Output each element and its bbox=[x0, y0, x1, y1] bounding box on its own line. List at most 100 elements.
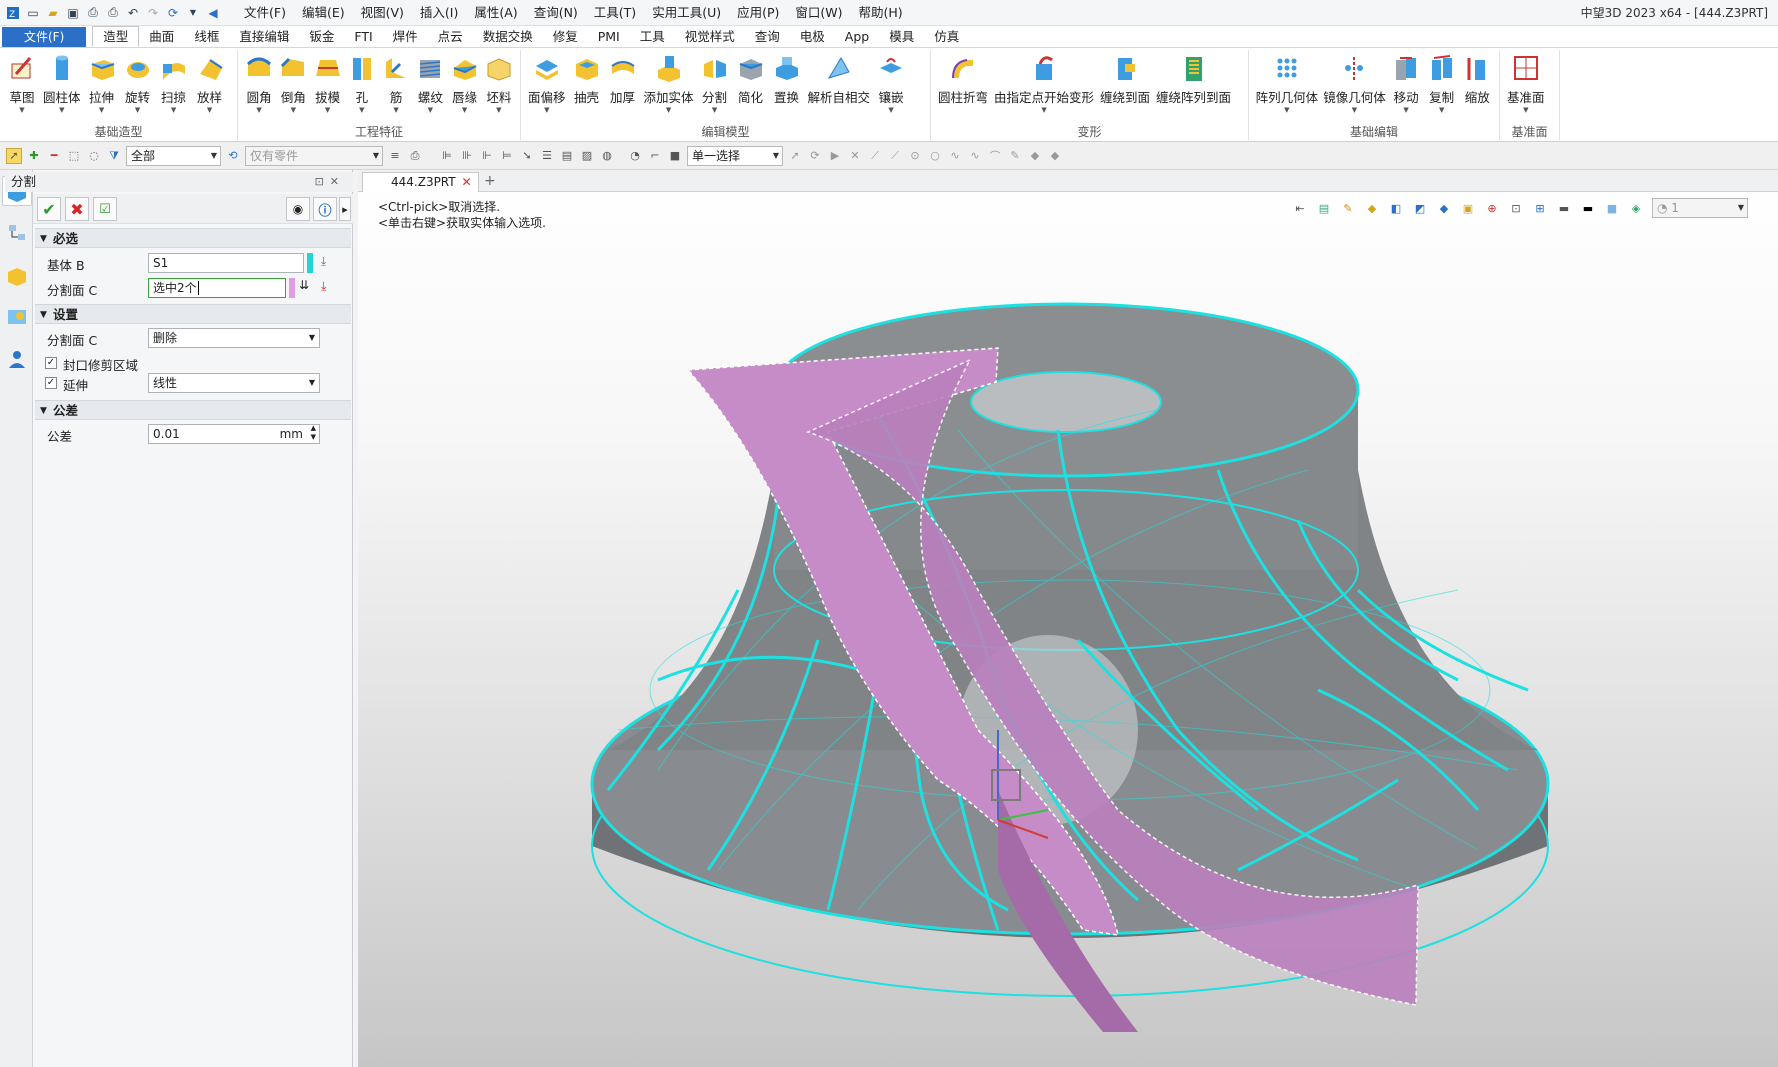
face-offset-button[interactable]: 面偏移 ▼ bbox=[525, 52, 569, 124]
tab-data-exchange[interactable]: 数据交换 bbox=[473, 27, 543, 47]
menu-query[interactable]: 查询(N) bbox=[526, 0, 586, 26]
tab-app[interactable]: App bbox=[835, 27, 879, 47]
preview-eye-icon[interactable]: ◉ bbox=[286, 197, 310, 221]
part-icon[interactable] bbox=[2, 260, 32, 290]
apply-button[interactable]: ☑ bbox=[93, 197, 117, 221]
render-icon[interactable] bbox=[2, 302, 32, 332]
split-face-field[interactable]: 选中2个 bbox=[148, 278, 286, 298]
tab-weldment[interactable]: 焊件 bbox=[383, 27, 428, 47]
shell-button[interactable]: 抽壳 bbox=[569, 52, 605, 124]
palette-icon[interactable]: ◍ bbox=[599, 148, 615, 164]
save-icon[interactable]: ▣ bbox=[64, 4, 82, 22]
align-center-icon[interactable]: ⊪ bbox=[459, 148, 475, 164]
user-icon[interactable] bbox=[2, 344, 32, 374]
split-expand-icon[interactable]: ⇊ bbox=[299, 278, 309, 292]
base-pick-icon[interactable]: ⤓ bbox=[321, 254, 326, 269]
base-field[interactable]: S1 bbox=[148, 253, 304, 273]
wrap-pattern-to-face-button[interactable]: 缠绕阵列到面 bbox=[1153, 52, 1234, 124]
tab-direct-edit[interactable]: 直接编辑 bbox=[229, 27, 299, 47]
menu-apps[interactable]: 应用(P) bbox=[729, 0, 787, 26]
menu-file[interactable]: 文件(F) bbox=[236, 0, 294, 26]
replace-button[interactable]: 置换 bbox=[769, 52, 805, 124]
menu-tools[interactable]: 工具(T) bbox=[586, 0, 644, 26]
section-required[interactable]: ▼ 必选 bbox=[35, 228, 351, 248]
extend-checkbox[interactable]: ✓ bbox=[45, 377, 57, 389]
shape2-icon[interactable]: ◆ bbox=[1047, 148, 1063, 164]
tab-wireframe[interactable]: 线框 bbox=[184, 27, 229, 47]
file-menu-button[interactable]: 文件(F) bbox=[2, 27, 87, 47]
lasso-icon[interactable]: ◌ bbox=[86, 148, 102, 164]
tab-pmi[interactable]: PMI bbox=[588, 27, 630, 47]
menu-attribute[interactable]: 属性(A) bbox=[466, 0, 525, 26]
move-button[interactable]: 移动 ▼ bbox=[1388, 52, 1424, 124]
grid-icon[interactable]: ≡ bbox=[387, 148, 403, 164]
list-icon[interactable]: ☰ bbox=[539, 148, 555, 164]
tab-modeling[interactable]: 造型 bbox=[92, 26, 140, 47]
arc-icon[interactable]: ⌒ bbox=[987, 148, 1003, 164]
history-icon[interactable] bbox=[2, 218, 32, 248]
menu-edit[interactable]: 编辑(E) bbox=[294, 0, 353, 26]
section-tolerance[interactable]: ▼ 公差 bbox=[35, 400, 351, 420]
tab-inquire[interactable]: 查询 bbox=[745, 27, 790, 47]
split-pick-icon[interactable]: ⤓ bbox=[321, 279, 326, 294]
filter-combo[interactable]: 全部 ▼ bbox=[126, 145, 221, 166]
cylinder-button[interactable]: 圆柱体 ▼ bbox=[40, 52, 84, 124]
lip-button[interactable]: 唇缘 ▼ bbox=[448, 52, 482, 124]
resolve-self-intersect-button[interactable]: 解析自相交 bbox=[805, 52, 874, 124]
section-settings[interactable]: ▼ 设置 bbox=[35, 304, 351, 324]
ok-button[interactable]: ✔ bbox=[37, 197, 61, 221]
panel-pin-close-icon[interactable]: ⊡✕ bbox=[315, 172, 345, 192]
pick-arrow-icon[interactable]: ➚ bbox=[787, 148, 803, 164]
print-icon[interactable]: ⎙ bbox=[84, 4, 102, 22]
undo-icon[interactable]: ↶ bbox=[124, 4, 142, 22]
split-button[interactable]: 分割 ▼ bbox=[697, 52, 733, 124]
shape-icon[interactable]: ◆ bbox=[1027, 148, 1043, 164]
wrap-to-face-button[interactable]: 缠绕到面 bbox=[1097, 52, 1153, 124]
rotate-icon[interactable]: ⟳ bbox=[807, 148, 823, 164]
tab-tools[interactable]: 工具 bbox=[630, 27, 675, 47]
copy-button[interactable]: 复制 ▼ bbox=[1424, 52, 1460, 124]
image-icon[interactable]: ▨ bbox=[579, 148, 595, 164]
remove-icon[interactable]: ━ bbox=[46, 148, 62, 164]
scale-button[interactable]: 缩放 bbox=[1459, 52, 1495, 124]
extend-select[interactable]: 线性 ▼ bbox=[148, 373, 320, 393]
tolerance-input[interactable]: 0.01 mm ▲ ▼ bbox=[148, 424, 320, 444]
sweep-button[interactable]: 扫掠 ▼ bbox=[156, 52, 192, 124]
align-right-icon[interactable]: ⊩ bbox=[479, 148, 495, 164]
menu-insert[interactable]: 插入(I) bbox=[412, 0, 466, 26]
print-preview-icon[interactable]: ⎙ bbox=[104, 4, 122, 22]
chamfer-button[interactable]: 倒角 ▼ bbox=[276, 52, 310, 124]
extrude-button[interactable]: 拉伸 ▼ bbox=[84, 52, 120, 124]
line-icon[interactable]: ⟋ bbox=[867, 148, 883, 164]
impeller-model[interactable] bbox=[358, 170, 1778, 1067]
seal-checkbox[interactable]: ✓ bbox=[45, 357, 57, 369]
align-dist-icon[interactable]: ⊨ bbox=[499, 148, 515, 164]
add-icon[interactable]: ✚ bbox=[26, 148, 42, 164]
select-arrow-icon[interactable]: ➚ bbox=[6, 147, 22, 164]
box-select-icon[interactable]: ⬚ bbox=[66, 148, 82, 164]
filter-icon[interactable]: ⧩ bbox=[106, 148, 122, 164]
redo-icon[interactable]: ↷ bbox=[144, 4, 162, 22]
tab-fti[interactable]: FTI bbox=[344, 27, 382, 47]
tab-sheet-metal[interactable]: 钣金 bbox=[299, 27, 344, 47]
deform-from-point-button[interactable]: 由指定点开始变形 ▼ bbox=[991, 52, 1097, 124]
hole-button[interactable]: 孔 ▼ bbox=[345, 52, 379, 124]
print-select-icon[interactable]: ⎙ bbox=[407, 148, 423, 164]
open-file-icon[interactable]: ▰ bbox=[44, 4, 62, 22]
fillet-button[interactable]: 圆角 ▼ bbox=[242, 52, 276, 124]
point-icon[interactable]: ✕ bbox=[847, 148, 863, 164]
pen-icon[interactable]: ✎ bbox=[1007, 148, 1023, 164]
menu-help[interactable]: 帮助(H) bbox=[851, 0, 911, 26]
dropdown-icon[interactable]: ▼ bbox=[184, 4, 202, 22]
info-icon[interactable]: ⓘ bbox=[313, 197, 337, 221]
tab-visual-style[interactable]: 视觉样式 bbox=[675, 27, 745, 47]
circle-center-icon[interactable]: ⊙ bbox=[907, 148, 923, 164]
play-icon[interactable]: ▶ bbox=[827, 148, 843, 164]
stop-icon[interactable]: ■ bbox=[667, 148, 683, 164]
cancel-button[interactable]: ✖ bbox=[65, 197, 89, 221]
line2-icon[interactable]: ⟋ bbox=[887, 148, 903, 164]
pattern-geometry-button[interactable]: 阵列几何体 ▼ bbox=[1253, 52, 1321, 124]
stock-button[interactable]: 坯料 ▼ bbox=[482, 52, 516, 124]
tab-mold[interactable]: 模具 bbox=[879, 27, 924, 47]
rib-button[interactable]: 筋 ▼ bbox=[379, 52, 413, 124]
